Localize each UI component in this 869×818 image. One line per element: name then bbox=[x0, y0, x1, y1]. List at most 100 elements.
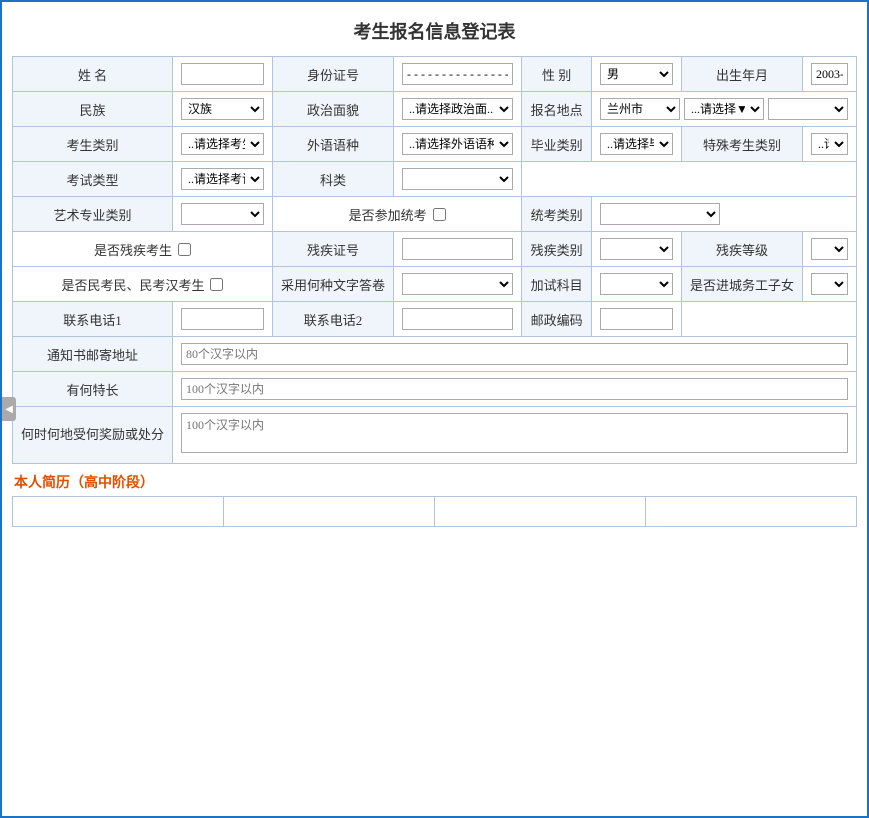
foreign-lang-label: 外语语种 bbox=[272, 127, 393, 162]
contact1-label: 联系电话1 bbox=[13, 302, 173, 337]
resume-table bbox=[12, 496, 857, 527]
signup-place-cell: 兰州市 ...请选择▼ bbox=[591, 92, 856, 127]
answer-script-select[interactable] bbox=[402, 273, 513, 295]
exam-type-label: 考试类型 bbox=[13, 162, 173, 197]
disability-id-label: 残疾证号 bbox=[272, 232, 393, 267]
special-skills-input[interactable] bbox=[181, 378, 848, 400]
resume-row1-col1 bbox=[13, 497, 224, 527]
postal-code-label: 邮政编码 bbox=[522, 302, 592, 337]
mailing-address-input[interactable] bbox=[181, 343, 848, 365]
id-number-label: 身份证号 bbox=[272, 57, 393, 92]
special-skills-label: 有何特长 bbox=[13, 372, 173, 407]
graduate-type-cell: ..请选择毕业类别▼ bbox=[591, 127, 681, 162]
examinee-type-select[interactable]: ..请选择考生类别▼ bbox=[181, 133, 264, 155]
disability-id-cell bbox=[393, 232, 521, 267]
is-disabled-label: 是否残疾考生 bbox=[94, 240, 172, 259]
is-disabled-cell: 是否残疾考生 bbox=[13, 232, 273, 267]
disability-type-select[interactable] bbox=[600, 238, 673, 260]
answer-script-label: 采用何种文字答卷 bbox=[272, 267, 393, 302]
resume-row1-col2 bbox=[224, 497, 435, 527]
disability-type-label: 残疾类别 bbox=[522, 232, 592, 267]
urban-worker-child-cell bbox=[803, 267, 857, 302]
gender-cell: 男 女 bbox=[591, 57, 681, 92]
form-table: 姓 名 身份证号 性 别 男 女 出生年月 民族 bbox=[12, 56, 857, 464]
exam-type-select[interactable]: ..请选择考试类▼ bbox=[181, 168, 264, 190]
political-select[interactable]: ..请选择政治面... bbox=[402, 98, 513, 120]
unified-exam-type-label: 统考类别 bbox=[522, 197, 592, 232]
awards-label: 何时何地受何奖励或处分 bbox=[13, 407, 173, 464]
name-label: 姓 名 bbox=[13, 57, 173, 92]
gender-select[interactable]: 男 女 bbox=[600, 63, 673, 85]
name-input-cell bbox=[173, 57, 273, 92]
answer-script-cell bbox=[393, 267, 521, 302]
political-label: 政治面貌 bbox=[272, 92, 393, 127]
contact2-label: 联系电话2 bbox=[272, 302, 393, 337]
disability-level-select[interactable] bbox=[811, 238, 848, 260]
empty-row4 bbox=[522, 162, 857, 197]
foreign-lang-cell: ..请选择外语语种▼ bbox=[393, 127, 521, 162]
disability-type-cell bbox=[591, 232, 681, 267]
birthdate-input[interactable] bbox=[811, 63, 848, 85]
contact2-cell bbox=[393, 302, 521, 337]
gender-label: 性 别 bbox=[522, 57, 592, 92]
postal-code-cell bbox=[591, 302, 681, 337]
national-minority-label: 是否民考民、民考汉考生 bbox=[61, 275, 204, 294]
join-unified-exam-cell: 是否参加统考 bbox=[272, 197, 521, 232]
signup-place-label: 报名地点 bbox=[522, 92, 592, 127]
art-specialty-label: 艺术专业类别 bbox=[13, 197, 173, 232]
political-cell: ..请选择政治面... bbox=[393, 92, 521, 127]
special-examinee-select[interactable]: ..请选择特殊▼ bbox=[811, 133, 848, 155]
name-input[interactable] bbox=[181, 63, 264, 85]
subject-cell bbox=[393, 162, 521, 197]
is-disabled-checkbox[interactable] bbox=[178, 243, 191, 256]
art-specialty-cell bbox=[173, 197, 273, 232]
unified-exam-type-select[interactable] bbox=[600, 203, 720, 225]
graduate-type-select[interactable]: ..请选择毕业类别▼ bbox=[600, 133, 673, 155]
additional-subject-select[interactable] bbox=[600, 273, 673, 295]
exam-type-cell: ..请选择考试类▼ bbox=[173, 162, 273, 197]
disability-level-label: 残疾等级 bbox=[681, 232, 802, 267]
join-unified-exam-checkbox[interactable] bbox=[433, 208, 446, 221]
national-minority-cell: 是否民考民、民考汉考生 bbox=[13, 267, 273, 302]
signup-sub2-select[interactable] bbox=[768, 98, 848, 120]
page-wrapper: ◀ 考生报名信息登记表 姓 名 身份证号 性 别 男 女 出生年月 bbox=[0, 0, 869, 818]
unified-exam-type-cell bbox=[591, 197, 856, 232]
examinee-type-label: 考生类别 bbox=[13, 127, 173, 162]
ethnicity-cell: 汉族 bbox=[173, 92, 273, 127]
signup-city-select[interactable]: 兰州市 bbox=[600, 98, 680, 120]
disability-id-input[interactable] bbox=[402, 238, 513, 260]
urban-worker-child-select[interactable] bbox=[811, 273, 848, 295]
contact1-cell bbox=[173, 302, 273, 337]
resume-row1-col4 bbox=[646, 497, 857, 527]
special-examinee-label: 特殊考生类别 bbox=[681, 127, 802, 162]
special-skills-cell bbox=[173, 372, 857, 407]
id-number-input[interactable] bbox=[402, 63, 513, 85]
contact2-input[interactable] bbox=[402, 308, 513, 330]
mailing-address-label: 通知书邮寄地址 bbox=[13, 337, 173, 372]
special-examinee-cell: ..请选择特殊▼ bbox=[803, 127, 857, 162]
graduate-type-label: 毕业类别 bbox=[522, 127, 592, 162]
contact1-input[interactable] bbox=[181, 308, 264, 330]
disability-level-cell bbox=[803, 232, 857, 267]
subject-label: 科类 bbox=[272, 162, 393, 197]
subject-select[interactable] bbox=[402, 168, 513, 190]
national-minority-checkbox[interactable] bbox=[210, 278, 223, 291]
additional-subject-cell bbox=[591, 267, 681, 302]
ethnicity-label: 民族 bbox=[13, 92, 173, 127]
postal-code-input[interactable] bbox=[600, 308, 673, 330]
birthdate-label: 出生年月 bbox=[681, 57, 802, 92]
ethnicity-select[interactable]: 汉族 bbox=[181, 98, 264, 120]
id-number-input-cell bbox=[393, 57, 521, 92]
foreign-lang-select[interactable]: ..请选择外语语种▼ bbox=[402, 133, 513, 155]
page-title: 考生报名信息登记表 bbox=[2, 2, 867, 56]
side-arrow[interactable]: ◀ bbox=[2, 397, 16, 421]
art-specialty-select[interactable] bbox=[181, 203, 264, 225]
signup-sub-select[interactable]: ...请选择▼ bbox=[684, 98, 764, 120]
awards-textarea[interactable] bbox=[181, 413, 848, 453]
join-unified-exam-label: 是否参加统考 bbox=[349, 205, 427, 224]
examinee-type-cell: ..请选择考生类别▼ bbox=[173, 127, 273, 162]
birthdate-cell bbox=[803, 57, 857, 92]
empty-row8 bbox=[681, 302, 856, 337]
additional-subject-label: 加试科目 bbox=[522, 267, 592, 302]
resume-section-title: 本人简历（高中阶段） bbox=[2, 464, 867, 496]
